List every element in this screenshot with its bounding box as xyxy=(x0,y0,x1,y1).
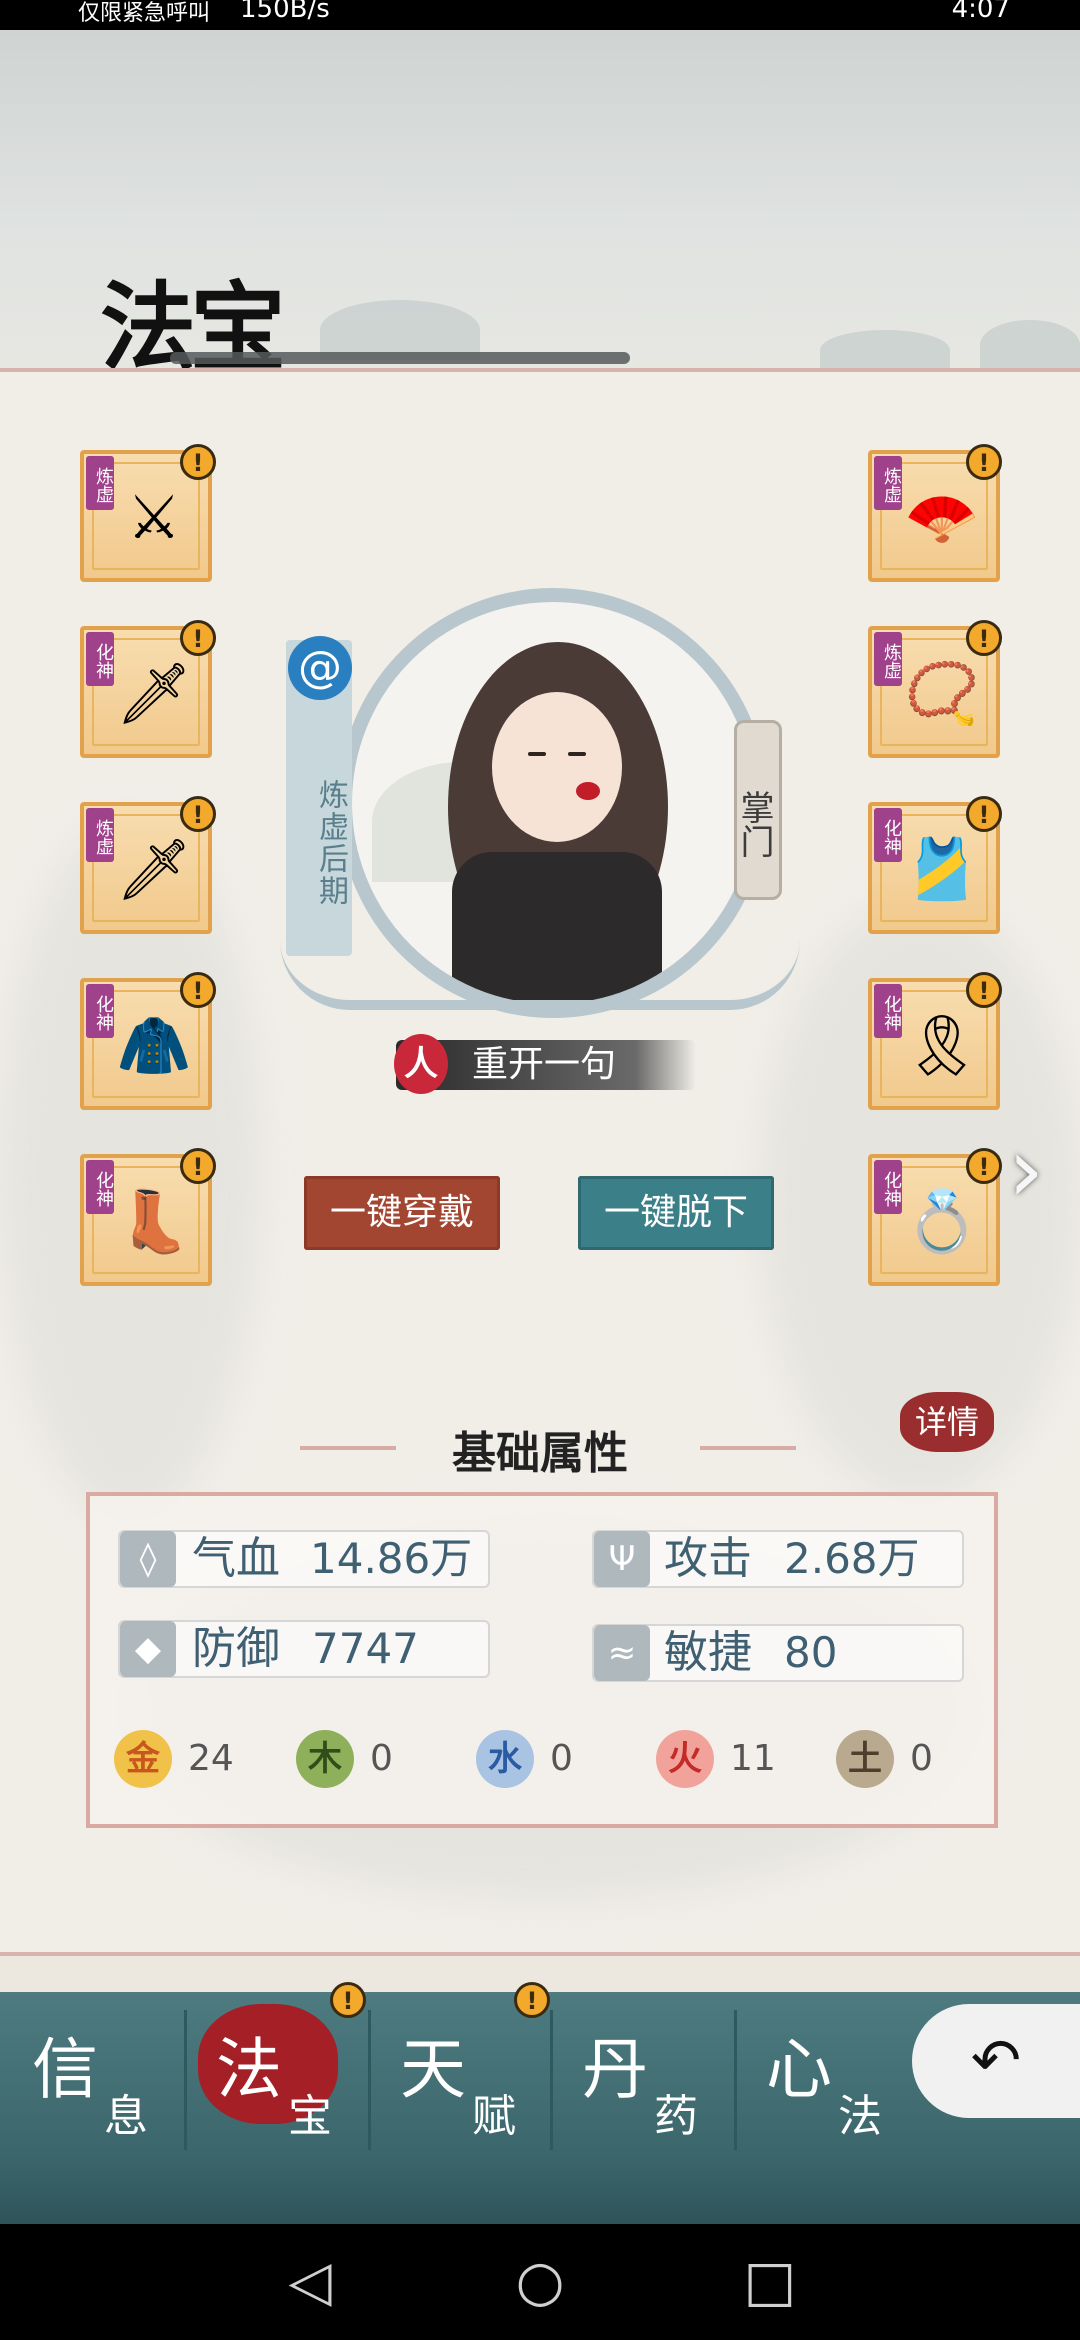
spear-icon: ⚔ xyxy=(127,483,181,553)
alert-icon: ! xyxy=(330,1982,366,2018)
wing-icon: ≈ xyxy=(594,1625,650,1681)
fire-element-value: 11 xyxy=(730,1738,776,1779)
fan-icon: 🪭 xyxy=(904,483,980,553)
tab-info-label: 信 xyxy=(32,2031,98,2108)
agility-value: 80 xyxy=(784,1628,838,1677)
slot-tier-tag: 化神 xyxy=(874,1160,902,1214)
earth-element-icon: 土 xyxy=(836,1730,894,1788)
tab-info-sublabel: 息 xyxy=(104,2091,148,2142)
alert-icon: ! xyxy=(180,972,216,1008)
slot-tier-tag: 炼虚 xyxy=(874,456,902,510)
sect-role-banner: 掌门 xyxy=(734,720,782,900)
slot-tier-tag: 化神 xyxy=(86,984,114,1038)
metal-element-value: 24 xyxy=(188,1738,234,1779)
dagger-icon: 🗡 xyxy=(115,835,193,905)
tab-techniques[interactable]: 心 法 xyxy=(734,2010,914,2150)
metal-element-icon: 金 xyxy=(114,1730,172,1788)
tab-treasure-sublabel: 宝 xyxy=(288,2091,332,2142)
tab-talent-label: 天 xyxy=(400,2031,466,2108)
tab-pills[interactable]: 丹 药 xyxy=(550,2010,730,2150)
trident-icon: Ψ xyxy=(594,1531,650,1587)
alert-icon: ! xyxy=(514,1982,550,2018)
details-button[interactable]: 详情 xyxy=(900,1392,994,1452)
distant-tree xyxy=(320,300,480,360)
fire-element-icon: 火 xyxy=(656,1730,714,1788)
status-bar: 仅限紧急呼叫 150B/s 4:07 xyxy=(0,0,1080,30)
robe-icon: 🧥 xyxy=(116,1011,192,1081)
tab-pills-sublabel: 药 xyxy=(654,2091,698,2142)
tab-techniques-label: 心 xyxy=(766,2031,832,2108)
water-element-value: 0 xyxy=(550,1738,573,1779)
tab-talent[interactable]: 天 赋 xyxy=(368,2010,548,2150)
alert-icon: ! xyxy=(180,1148,216,1184)
distant-tree xyxy=(820,330,950,370)
title-brush-stroke xyxy=(170,352,630,364)
sword-icon: 🗡 xyxy=(115,659,193,729)
clock: 4:07 xyxy=(951,0,1010,24)
slot-tier-tag: 炼虚 xyxy=(86,808,114,862)
wood-element-icon: 木 xyxy=(296,1730,354,1788)
earth-element-value: 0 xyxy=(910,1738,933,1779)
water-element-icon: 水 xyxy=(476,1730,534,1788)
alert-icon: ! xyxy=(966,1148,1002,1184)
agility-label: 敏捷 xyxy=(664,1627,752,1678)
slot-tier-tag: 炼虚 xyxy=(874,632,902,686)
tab-talent-sublabel: 赋 xyxy=(472,2091,516,2142)
hp-label: 气血 xyxy=(192,1533,280,1584)
droplet-icon: ◊ xyxy=(120,1531,176,1587)
wood-element-value: 0 xyxy=(370,1738,393,1779)
boots-icon: 👢 xyxy=(116,1187,192,1257)
distant-tree xyxy=(980,320,1080,370)
tab-treasure[interactable]: 法 宝 xyxy=(184,2010,364,2150)
ring-icon: 💍 xyxy=(904,1187,980,1257)
remove-all-button[interactable]: 一键脱下 xyxy=(578,1176,774,1250)
alert-icon: ! xyxy=(966,972,1002,1008)
defense-value: 7747 xyxy=(312,1624,419,1673)
alert-icon: ! xyxy=(180,620,216,656)
slot-tier-tag: 化神 xyxy=(874,984,902,1038)
tab-pills-label: 丹 xyxy=(582,2031,648,2108)
defense-label: 防御 xyxy=(192,1623,280,1674)
character-eye xyxy=(528,752,546,756)
tab-info[interactable]: 信 息 xyxy=(0,2010,180,2150)
next-page-arrow-icon[interactable]: › xyxy=(1008,1126,1068,1216)
hp-value: 14.86万 xyxy=(310,1534,473,1583)
network-speed: 150B/s xyxy=(240,0,330,24)
carrier-text: 仅限紧急呼叫 xyxy=(78,1,211,26)
slot-tier-tag: 化神 xyxy=(874,808,902,862)
slot-tier-tag: 炼虚 xyxy=(86,456,114,510)
belt-icon: 🎗 xyxy=(903,1011,981,1081)
alert-icon: ! xyxy=(966,796,1002,832)
system-recent-icon[interactable]: □ xyxy=(720,2224,820,2340)
attack-value: 2.68万 xyxy=(784,1534,920,1583)
lip-mark xyxy=(576,782,600,800)
swirl-icon: @ xyxy=(288,636,352,700)
tab-treasure-label: 法 xyxy=(216,2031,282,2108)
character-eye xyxy=(568,752,586,756)
necklace-icon: 📿 xyxy=(904,659,980,729)
system-back-icon[interactable]: ◁ xyxy=(260,2224,360,2340)
wear-all-button[interactable]: 一键穿戴 xyxy=(304,1176,500,1250)
alert-icon: ! xyxy=(180,796,216,832)
alert-icon: ! xyxy=(180,444,216,480)
shield-icon: ◆ xyxy=(120,1621,176,1677)
armor-icon: 🎽 xyxy=(904,835,980,905)
race-badge: 人 xyxy=(394,1034,448,1094)
portrait-cloud-base xyxy=(280,940,800,1010)
system-home-icon[interactable]: ○ xyxy=(490,2224,590,2340)
tab-techniques-sublabel: 法 xyxy=(838,2091,882,2142)
slot-tier-tag: 化神 xyxy=(86,632,114,686)
slot-tier-tag: 化神 xyxy=(86,1160,114,1214)
character-face xyxy=(492,692,622,842)
alert-icon: ! xyxy=(966,620,1002,656)
stats-title: 基础属性 xyxy=(452,1428,628,1479)
alert-icon: ! xyxy=(966,444,1002,480)
back-arrow-icon[interactable]: ↶ xyxy=(912,2004,1080,2118)
attack-label: 攻击 xyxy=(664,1533,752,1584)
